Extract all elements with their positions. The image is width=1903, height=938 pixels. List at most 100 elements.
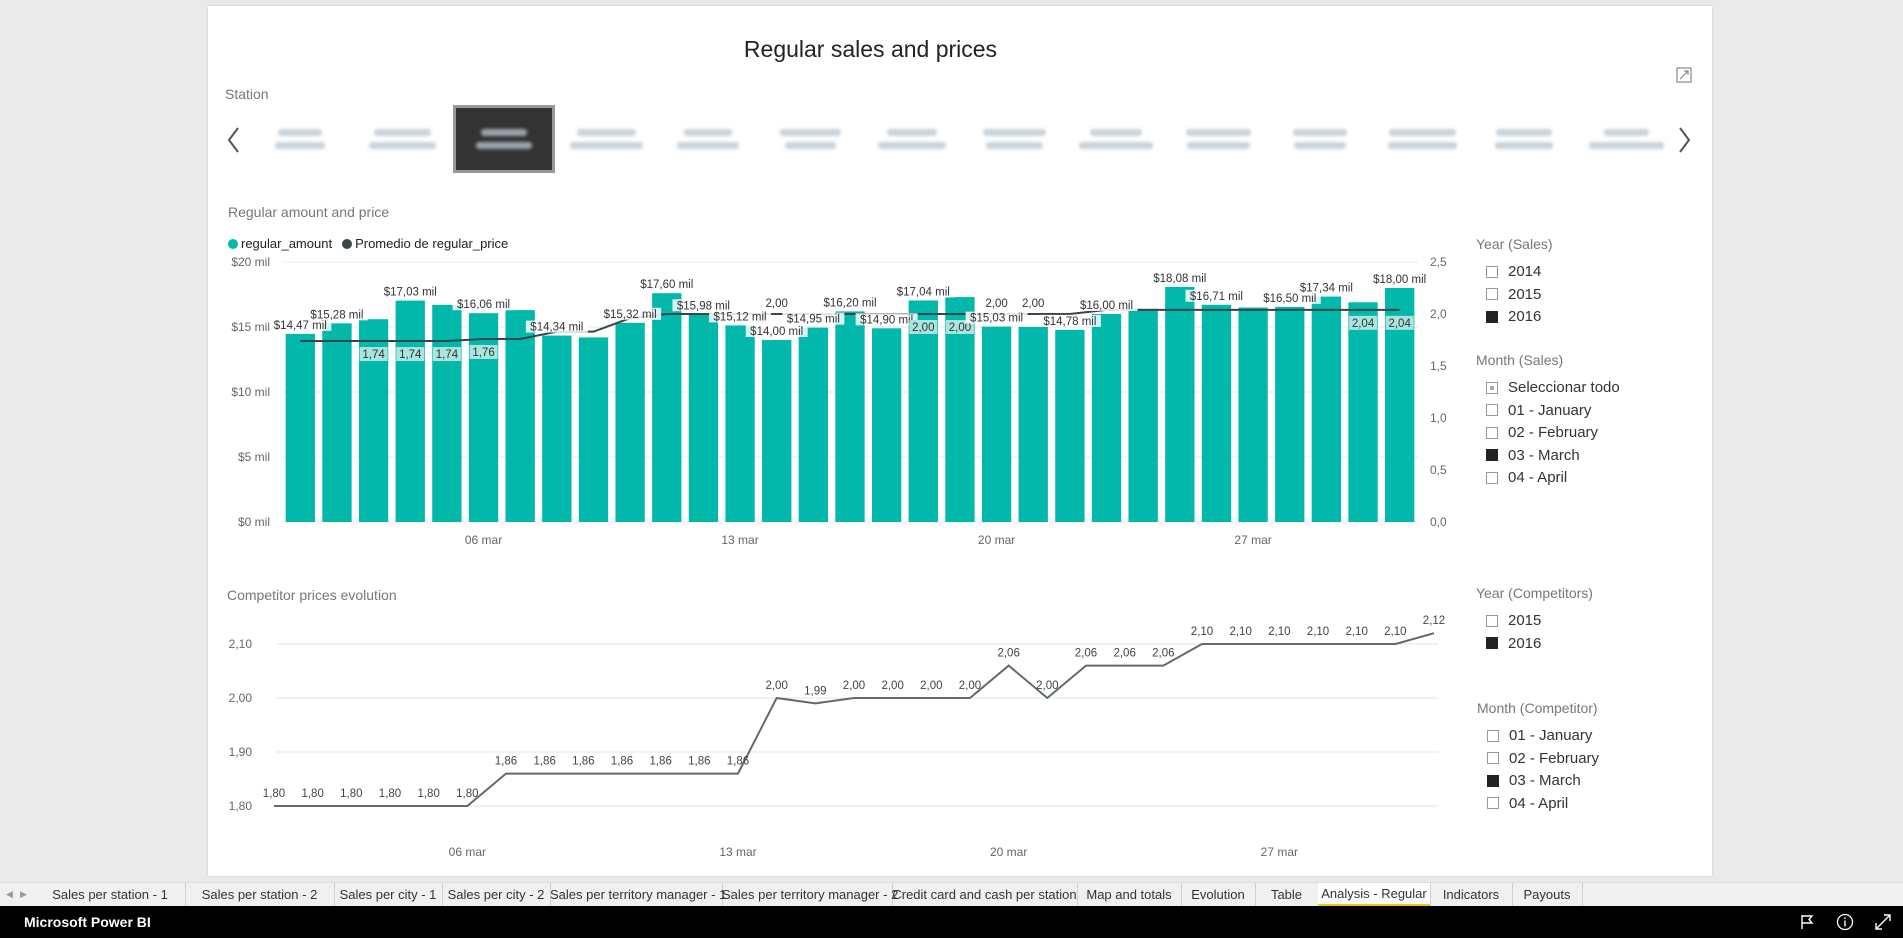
bar[interactable] [981,326,1012,522]
bar[interactable] [871,328,902,522]
station-tile[interactable] [762,108,858,170]
station-tile[interactable] [1578,108,1674,170]
page-tab[interactable]: Map and totals [1077,883,1182,907]
page-tab[interactable]: Sales per station - 2 [185,883,335,907]
bar[interactable] [1055,329,1085,522]
page-tab[interactable]: Credit card and cash per station [892,883,1078,907]
bar[interactable] [1018,327,1048,522]
bar[interactable] [725,325,755,522]
page-tab[interactable]: Sales per territory manager - 1 [550,883,726,907]
filter-option[interactable]: 2016 [1486,308,1541,325]
tabs-scroll-right-icon[interactable]: ▶ [20,889,27,900]
data-label: 1,80 [301,788,323,800]
filter-option[interactable]: 02 - February [1486,424,1598,441]
checkbox-icon[interactable] [1486,310,1498,323]
filter-option[interactable]: 03 - March [1486,447,1580,464]
filter-option[interactable]: 04 - April [1486,469,1567,486]
page-tab[interactable]: Table [1255,883,1319,907]
bar[interactable] [468,313,499,522]
bar[interactable] [505,310,535,522]
bar[interactable] [542,335,572,522]
station-tile[interactable] [966,108,1062,170]
bar[interactable] [1165,286,1195,522]
bar[interactable] [1091,314,1122,522]
filter-option[interactable]: 2015 [1486,286,1541,303]
filter-option[interactable]: 02 - February [1487,750,1599,767]
bar[interactable] [1311,296,1342,522]
station-tile[interactable] [252,108,348,170]
checkbox-icon[interactable] [1486,449,1498,461]
info-icon[interactable] [1836,913,1854,931]
station-tile[interactable] [1476,108,1572,170]
data-label: 2,10 [1268,626,1290,638]
filter-option-label: 01 - January [1508,401,1592,419]
station-tile[interactable] [1068,108,1164,170]
bar[interactable] [688,314,719,522]
page-tab[interactable]: Analysis - Regular [1318,883,1431,907]
bar[interactable] [1275,306,1305,522]
bar[interactable] [432,304,462,522]
bar[interactable] [652,293,682,522]
page-tab[interactable]: Sales per station - 1 [35,883,186,907]
filter-option[interactable]: 04 - April [1487,795,1568,812]
filter-option[interactable]: 2015 [1486,612,1541,629]
focus-mode-icon[interactable] [1676,67,1692,83]
checkbox-icon[interactable] [1486,614,1498,627]
station-tile[interactable] [558,108,654,170]
checkbox-icon[interactable] [1486,381,1498,394]
tabs-scroll-left-icon[interactable]: ◀ [6,889,13,900]
station-tile[interactable] [660,108,756,170]
page-tab[interactable]: Sales per city - 1 [334,883,443,907]
page-tab[interactable]: Indicators [1430,883,1513,907]
page-tab[interactable]: Sales per territory manager - 2 [722,883,898,907]
filter-option[interactable]: 2014 [1486,263,1541,280]
bar[interactable] [322,323,352,522]
filter-option[interactable]: 01 - January [1486,402,1591,419]
bar[interactable] [762,340,792,522]
station-tile[interactable] [453,105,555,173]
station-tile[interactable] [864,108,960,170]
bar[interactable] [1128,308,1158,522]
y-tick-label-right: 2,0 [1430,307,1447,321]
checkbox-icon[interactable] [1486,265,1498,278]
station-tile[interactable] [1170,108,1266,170]
station-tile[interactable] [354,108,450,170]
bar[interactable] [578,337,609,522]
station-tile[interactable] [1272,108,1368,170]
bar[interactable] [1238,307,1268,523]
checkbox-icon[interactable] [1486,288,1498,300]
bar[interactable] [1201,304,1232,522]
bar[interactable] [395,300,425,522]
checkbox-icon[interactable] [1486,404,1498,416]
data-label: 2,04 [1388,318,1411,330]
bar[interactable] [615,322,645,522]
bar[interactable] [285,333,315,522]
page-tab[interactable]: Evolution [1181,883,1256,907]
bar[interactable] [835,311,865,522]
chevron-left-icon[interactable] [224,124,244,156]
chevron-right-icon[interactable] [1674,124,1694,156]
checkbox-icon[interactable] [1487,752,1499,764]
bar[interactable] [1348,302,1378,522]
y-tick-label-left: $5 mil [238,450,270,464]
checkbox-icon[interactable] [1486,426,1498,439]
checkbox-icon[interactable] [1487,729,1499,742]
checkbox-icon[interactable] [1486,637,1498,649]
filter-option[interactable]: 01 - January [1487,727,1592,744]
bar[interactable] [798,327,829,522]
flag-icon[interactable] [1798,913,1816,931]
x-tick-label: 06 mar [449,845,486,859]
page-tab[interactable]: Sales per city - 2 [442,883,551,907]
page-tab[interactable]: Payouts [1512,883,1583,907]
filter-option[interactable]: Seleccionar todo [1486,379,1620,396]
fullscreen-icon[interactable] [1874,913,1892,931]
filter-option[interactable]: 03 - March [1487,772,1581,789]
checkbox-icon[interactable] [1487,797,1499,809]
data-label: 1,86 [727,756,749,768]
x-tick-label: 06 mar [465,533,502,547]
checkbox-icon[interactable] [1486,471,1498,484]
station-tile[interactable] [1374,108,1470,170]
y-tick-label-left: $0 mil [238,515,270,529]
filter-option[interactable]: 2016 [1486,635,1541,652]
checkbox-icon[interactable] [1487,774,1499,787]
